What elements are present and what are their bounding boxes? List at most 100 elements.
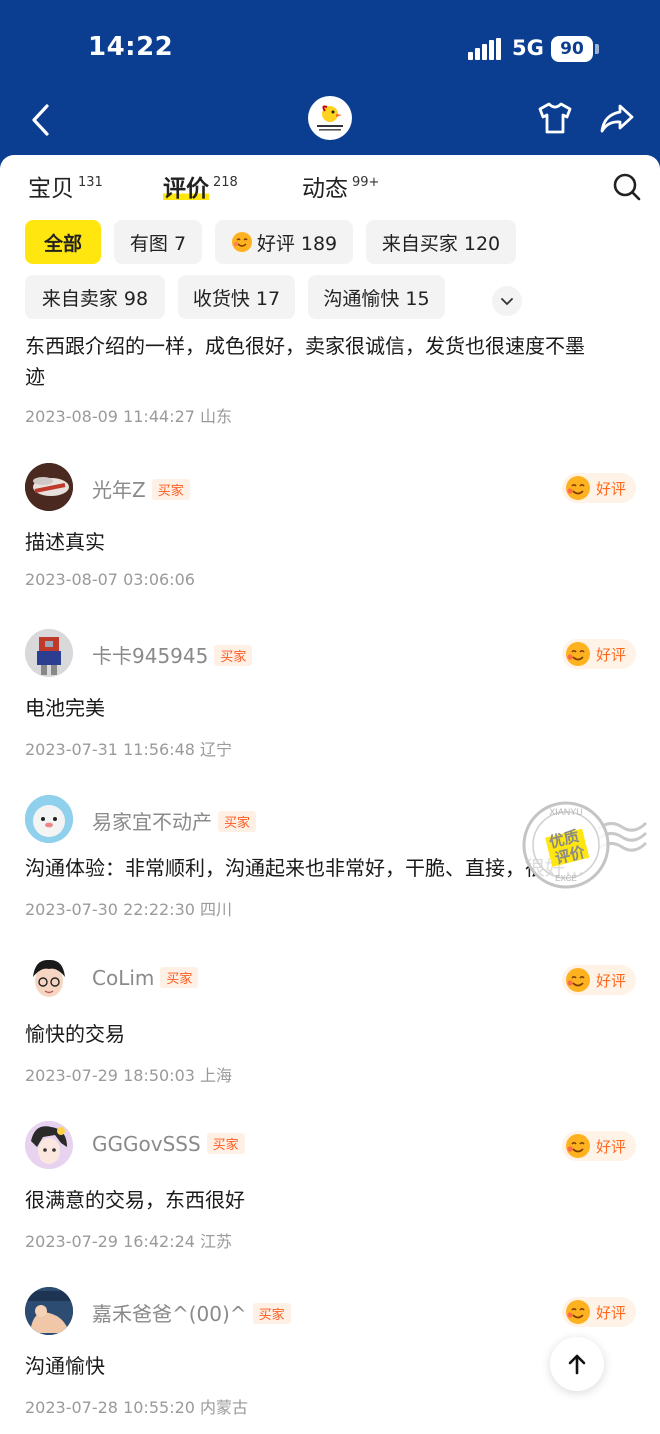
rating-label: 好评 [596, 1303, 627, 1322]
rating-label: 好评 [596, 971, 627, 990]
tab-count: 99+ [352, 175, 380, 190]
avatar[interactable] [25, 1287, 73, 1335]
shirt-button[interactable] [536, 100, 574, 136]
rating-label: 好评 [596, 479, 627, 498]
rating-badge: 好评 [562, 1297, 636, 1327]
duck-logo-icon [317, 105, 343, 131]
role-badge: 买家 [252, 1303, 291, 1324]
username[interactable]: 卡卡945945 买家 [92, 640, 253, 669]
avatar-image [25, 955, 73, 1003]
avatar-image [25, 463, 73, 511]
review-text: 描述真实 [25, 530, 105, 554]
smile-face-icon [566, 968, 590, 992]
filter-positive[interactable]: 好评 189 [215, 220, 353, 264]
review-meta: 2023-08-09 11:44:27 山东 [25, 407, 233, 426]
back-button[interactable] [26, 100, 58, 140]
review-text: 沟通体验：非常顺利，沟通起来也非常好，干脆、直接，很好... [25, 856, 585, 880]
content-panel: 宝贝 131 评价 218 动态 99+ 全部 有图 7 好评 189 来自买家… [0, 155, 660, 1434]
tab-count: 131 [78, 175, 103, 190]
rating-badge: 好评 [562, 639, 636, 669]
smile-face-icon [566, 476, 590, 500]
expand-filters-button[interactable] [492, 286, 522, 316]
status-time: 14:22 [88, 32, 174, 62]
tab-activity[interactable]: 动态 99+ [302, 169, 379, 203]
search-icon [613, 173, 641, 201]
review-text: 东西跟介绍的一样，成色很好，卖家很诚信，发货也很速度不墨 [25, 334, 585, 358]
smile-face-icon [231, 232, 252, 252]
smile-face-icon [566, 642, 590, 666]
username[interactable]: 嘉禾爸爸^(00)^ 买家 [92, 1298, 291, 1327]
role-badge: 买家 [218, 811, 257, 832]
filter-label: 来自卖家 98 [41, 287, 149, 310]
avatar[interactable] [25, 463, 73, 511]
filter-label: 收货快 17 [192, 287, 281, 310]
avatar-image [25, 629, 73, 677]
review-text: 迹 [25, 365, 45, 389]
filter-label: 来自买家 120 [381, 232, 501, 255]
signal-icon [468, 38, 502, 60]
review-meta: 2023-07-30 22:22:30 四川 [25, 900, 233, 919]
username-text: GGGovSSS [92, 1132, 201, 1156]
avatar[interactable] [25, 629, 73, 677]
smile-face-icon [566, 1300, 590, 1324]
username-text: 嘉禾爸爸^(00)^ [92, 1302, 247, 1326]
chevron-left-icon [32, 104, 49, 136]
share-button[interactable] [598, 100, 636, 136]
tab-label: 宝贝 [28, 176, 74, 202]
filter-label: 好评 189 [256, 232, 338, 255]
tab-label: 动态 [302, 176, 348, 202]
filter-label: 沟通愉快 15 [323, 287, 430, 310]
share-icon [600, 104, 634, 133]
shirt-icon [538, 102, 572, 134]
tab-items[interactable]: 宝贝 131 [28, 169, 103, 203]
avatar[interactable] [25, 795, 73, 843]
avatar[interactable] [25, 955, 73, 1003]
filter-all[interactable]: 全部 [25, 220, 101, 264]
search-button[interactable] [612, 172, 642, 202]
username-text: 易家宜不动产 [92, 810, 212, 834]
review-text: 电池完美 [25, 696, 105, 720]
avatar-image [25, 1121, 73, 1169]
username[interactable]: GGGovSSS 买家 [92, 1132, 245, 1156]
rating-badge: 好评 [562, 1131, 636, 1161]
tab-count: 218 [213, 175, 238, 190]
avatar-image [25, 795, 73, 843]
username[interactable]: 光年Z 买家 [92, 474, 190, 503]
role-badge: 买家 [206, 1133, 245, 1154]
arrow-up-icon [568, 1354, 586, 1375]
filter-from-seller[interactable]: 来自卖家 98 [25, 275, 165, 319]
stamp-icon: XIANYU 优质 评价 EXCE [522, 801, 648, 889]
chevron-down-icon [501, 298, 513, 306]
username-text: CoLim [92, 966, 155, 990]
username[interactable]: 易家宜不动产 买家 [92, 806, 257, 835]
tab-reviews[interactable]: 评价 218 [163, 169, 238, 203]
review-meta: 2023-07-29 16:42:24 江苏 [25, 1232, 233, 1251]
avatar[interactable] [25, 1121, 73, 1169]
rating-label: 好评 [596, 1137, 627, 1156]
filter-with-images[interactable]: 有图 7 [114, 220, 202, 264]
filter-label: 全部 [43, 232, 82, 255]
rating-label: 好评 [596, 645, 627, 664]
username-text: 卡卡945945 [92, 644, 209, 668]
role-badge: 买家 [160, 967, 199, 988]
username-text: 光年Z [92, 478, 146, 502]
stamp-bottom-text: EXCE [555, 874, 577, 883]
filter-from-buyer[interactable]: 来自买家 120 [366, 220, 516, 264]
filter-good-communication[interactable]: 沟通愉快 15 [308, 275, 445, 319]
smile-face-icon [566, 1134, 590, 1158]
battery-icon: 90 [551, 36, 593, 62]
review-text: 沟通愉快 [25, 1354, 105, 1378]
filter-label: 有图 7 [129, 232, 187, 255]
tab-label: 评价 [163, 176, 209, 202]
role-badge: 买家 [151, 479, 190, 500]
status-bar: 14:22 5G 90 [0, 0, 660, 96]
stamp-top-text: XIANYU [549, 807, 583, 817]
username[interactable]: CoLim 买家 [92, 966, 199, 990]
filter-fast-delivery[interactable]: 收货快 17 [178, 275, 295, 319]
review-meta: 2023-07-29 18:50:03 上海 [25, 1066, 233, 1085]
back-to-top-button[interactable] [550, 1337, 604, 1391]
review-text: 愉快的交易 [25, 1022, 125, 1046]
network-type: 5G [512, 36, 544, 60]
shop-logo[interactable] [308, 96, 352, 140]
role-badge: 买家 [214, 645, 253, 666]
